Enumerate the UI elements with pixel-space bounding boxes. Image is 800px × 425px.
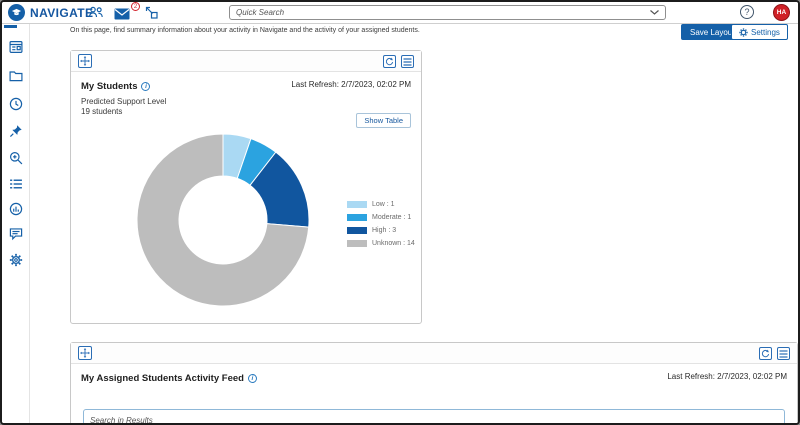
legend-label: Unknown : 14	[372, 240, 415, 247]
legend-swatch-low	[347, 201, 367, 208]
widget-title-row: My Assigned Students Activity Feed	[81, 373, 257, 384]
settings-label: Settings	[751, 27, 780, 37]
reports-icon	[9, 202, 23, 216]
widget-title: My Students	[81, 81, 138, 92]
sidebar-nav	[2, 24, 30, 423]
sidebar-item-reports[interactable]	[9, 202, 23, 216]
gear-icon	[739, 27, 748, 37]
legend-label: Low : 1	[372, 201, 395, 208]
widget-menu-button[interactable]	[401, 55, 414, 68]
search-in-results-input[interactable]	[83, 409, 785, 423]
gear-icon	[9, 253, 23, 267]
legend-item: Low : 1	[347, 201, 415, 208]
share-icon[interactable]	[144, 5, 161, 20]
folder-icon	[9, 71, 23, 82]
chart-subtitle-line2: 19 students	[81, 107, 123, 117]
widget-toolbar	[71, 343, 797, 364]
sidebar-item-advanced-search[interactable]	[9, 151, 23, 165]
legend-swatch-unknown	[347, 240, 367, 247]
legend-swatch-high	[347, 227, 367, 234]
legend-item: Unknown : 14	[347, 240, 415, 247]
info-icon[interactable]	[141, 82, 151, 91]
top-navbar: NAVIGATE 2 Quick Search ? HA	[2, 2, 798, 24]
last-refresh-label: Last Refresh: 2/7/2023, 02:02 PM	[667, 372, 787, 381]
refresh-icon	[385, 57, 394, 66]
grad-cap-icon	[11, 8, 22, 16]
sidebar-item-dashboard[interactable]	[9, 40, 23, 54]
lists-icon	[10, 179, 22, 189]
refresh-widget-button[interactable]	[759, 347, 772, 360]
refresh-widget-button[interactable]	[383, 55, 396, 68]
move-icon	[80, 348, 90, 358]
sidebar-item-lists[interactable]	[9, 177, 23, 191]
mail-icon[interactable]: 2	[114, 2, 140, 21]
history-icon	[9, 97, 23, 111]
sidebar-item-settings[interactable]	[9, 253, 23, 267]
app-window: NAVIGATE 2 Quick Search ? HA On this pag…	[0, 0, 800, 425]
navigate-logo[interactable]	[8, 4, 25, 21]
dashboard-icon	[9, 41, 23, 53]
chevron-down-icon[interactable]	[650, 10, 659, 15]
conversations-icon	[9, 228, 23, 241]
support-level-donut-chart[interactable]	[133, 130, 313, 310]
activity-feed-widget: My Assigned Students Activity Feed Last …	[70, 342, 798, 423]
move-widget-button[interactable]	[78, 346, 92, 360]
help-icon[interactable]	[740, 5, 754, 19]
sidebar-item-history[interactable]	[9, 97, 23, 111]
menu-icon	[779, 349, 788, 358]
widget-menu-button[interactable]	[777, 347, 790, 360]
widget-title-row: My Students	[81, 81, 151, 92]
menu-icon	[403, 57, 412, 66]
settings-button[interactable]: Settings	[731, 24, 788, 40]
avatar[interactable]: HA	[773, 4, 790, 21]
my-students-widget: My Students Last Refresh: 2/7/2023, 02:0…	[70, 50, 422, 324]
sidebar-active-indicator	[4, 25, 17, 28]
last-refresh-label: Last Refresh: 2/7/2023, 02:02 PM	[291, 80, 411, 89]
chart-subtitle: Predicted Support Level 19 students	[81, 97, 166, 118]
sidebar-item-conversations[interactable]	[9, 227, 23, 241]
chart-subtitle-line1: Predicted Support Level	[81, 97, 167, 106]
move-widget-button[interactable]	[78, 54, 92, 68]
sidebar-item-folder[interactable]	[9, 69, 23, 83]
info-icon[interactable]	[247, 374, 257, 383]
legend-item: High : 3	[347, 227, 415, 234]
brand-title: NAVIGATE	[30, 6, 94, 20]
advanced-search-icon	[10, 152, 23, 165]
chart-legend: Low : 1 Moderate : 1 High : 3 Unknown : …	[347, 201, 415, 253]
pin-icon	[9, 125, 22, 138]
show-table-button[interactable]: Show Table	[356, 113, 411, 128]
quick-search-input[interactable]	[229, 5, 666, 20]
students-icon[interactable]	[88, 5, 105, 20]
legend-label: High : 3	[372, 227, 397, 234]
move-icon	[80, 56, 90, 66]
page-description: On this page, find summary information a…	[70, 27, 420, 34]
refresh-icon	[761, 349, 770, 358]
mail-badge: 2	[131, 2, 140, 11]
widget-title: My Assigned Students Activity Feed	[81, 373, 244, 384]
widget-toolbar	[71, 51, 421, 72]
legend-label: Moderate : 1	[372, 214, 412, 221]
legend-swatch-moderate	[347, 214, 367, 221]
sidebar-item-pin[interactable]	[9, 124, 23, 138]
legend-item: Moderate : 1	[347, 214, 415, 221]
